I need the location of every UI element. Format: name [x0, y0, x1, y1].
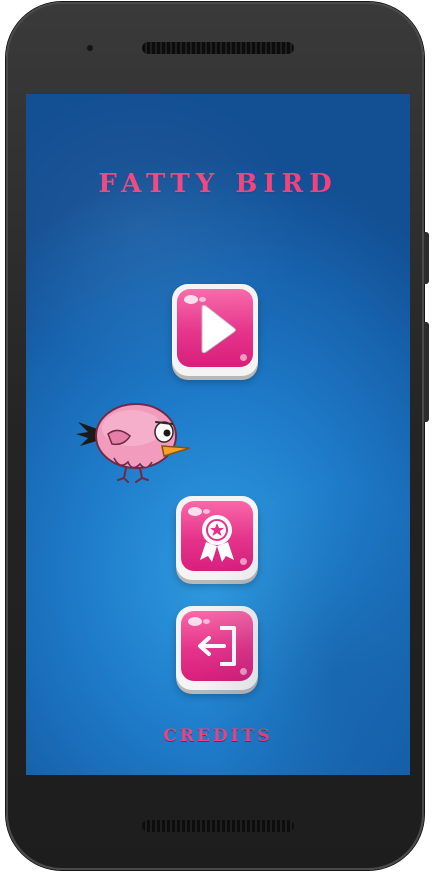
- credits-link[interactable]: CREDITS: [26, 726, 410, 746]
- bottom-speaker-grille: [142, 820, 294, 832]
- exit-door-icon: [198, 626, 236, 666]
- power-button[interactable]: [424, 322, 429, 422]
- play-icon: [201, 304, 236, 354]
- top-speaker-grille: [142, 42, 294, 54]
- achievements-button[interactable]: [176, 496, 258, 580]
- game-screen: FATTY BIRD CREDITS: [26, 94, 410, 775]
- exit-button[interactable]: [176, 606, 258, 690]
- award-ribbon-icon: [200, 515, 234, 562]
- front-camera-icon: [86, 44, 94, 52]
- bird-character: [76, 403, 191, 483]
- game-title: FATTY BIRD: [98, 169, 338, 199]
- volume-button[interactable]: [424, 232, 429, 284]
- play-button[interactable]: [172, 284, 258, 376]
